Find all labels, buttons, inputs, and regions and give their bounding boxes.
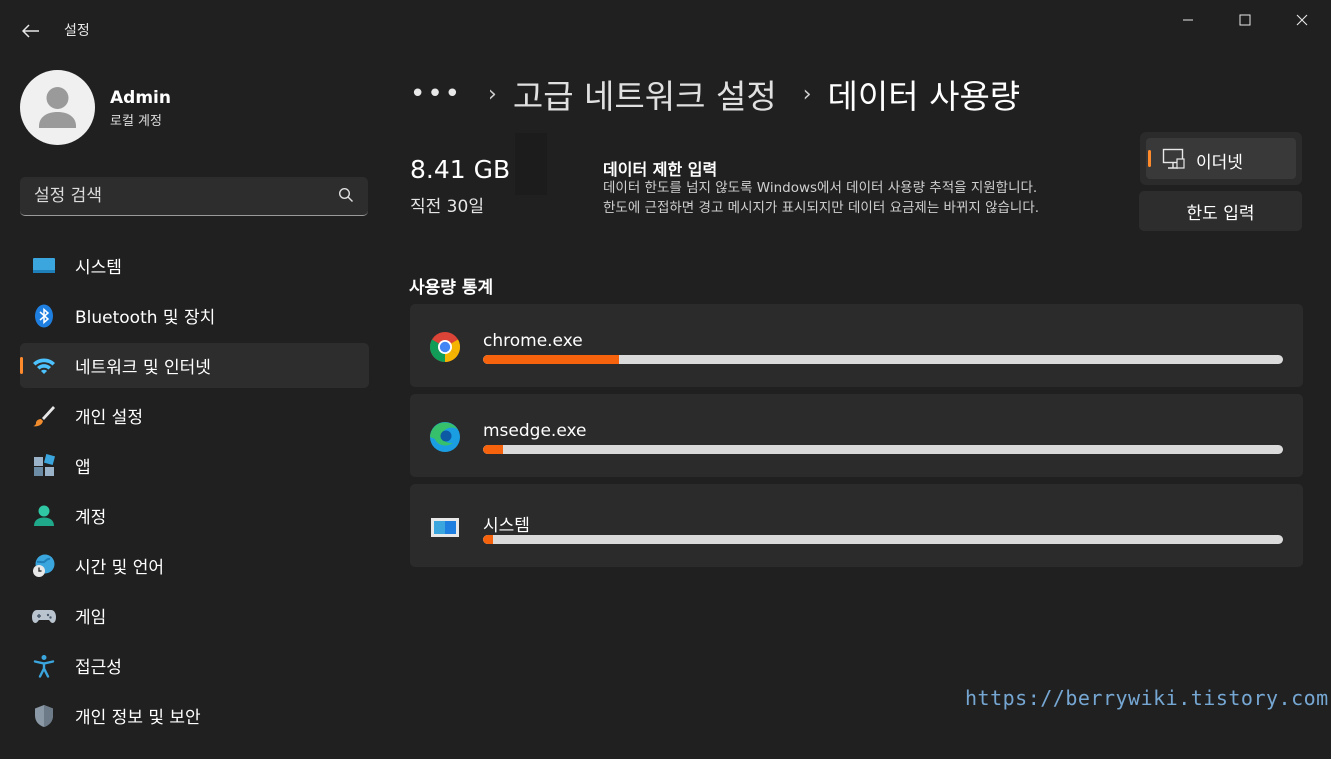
- sidebar-item-label: 시스템: [75, 258, 122, 278]
- app-title: 설정: [64, 23, 90, 39]
- network-option-ethernet[interactable]: 이더넷: [1146, 138, 1296, 179]
- list-item[interactable]: chrome.exe: [410, 304, 1303, 387]
- breadcrumb-more-button[interactable]: •••: [410, 79, 462, 109]
- shield-icon: [35, 705, 53, 727]
- gamepad-icon: [32, 610, 56, 623]
- app-name: 시스템: [483, 516, 530, 536]
- sidebar-item-apps[interactable]: 앱: [20, 443, 369, 488]
- sidebar-item-network[interactable]: 네트워크 및 인터넷: [20, 343, 369, 388]
- watermark-text: https://berrywiki.tistory.com: [965, 686, 1329, 710]
- sidebar-item-label: 게임: [75, 608, 107, 628]
- breadcrumb-item-advanced-network[interactable]: 고급 네트워크 설정: [513, 70, 777, 118]
- sidebar-item-time-language[interactable]: 시간 및 언어: [20, 543, 369, 588]
- usage-period: 직전 30일: [410, 197, 484, 217]
- network-select-label: 이더넷: [1196, 153, 1243, 173]
- system-app-icon: [431, 518, 459, 537]
- apps-icon: [34, 454, 56, 476]
- sidebar-item-personalization[interactable]: 개인 설정: [20, 393, 369, 438]
- sidebar-item-accessibility[interactable]: 접근성: [20, 643, 369, 688]
- sidebar-item-label: 개인 정보 및 보안: [75, 708, 201, 728]
- data-limit-description-line: 한도에 근접하면 경고 메시지가 표시되지만 데이터 요금제는 바뀌지 않습니다…: [603, 200, 1040, 216]
- chevron-right-icon: ›: [802, 81, 812, 107]
- maximize-button[interactable]: [1225, 8, 1265, 32]
- chrome-icon: [429, 332, 461, 362]
- back-arrow-icon: [22, 24, 39, 38]
- back-button[interactable]: [18, 18, 44, 44]
- usage-total: 8.41 GB: [410, 155, 511, 184]
- app-name: chrome.exe: [483, 331, 583, 351]
- search-input[interactable]: [34, 177, 324, 214]
- sidebar-item-bluetooth[interactable]: Bluetooth 및 장치: [20, 293, 369, 338]
- minimize-button[interactable]: [1168, 8, 1208, 32]
- sidebar-item-label: 계정: [75, 508, 107, 528]
- ethernet-icon: [1162, 148, 1185, 169]
- search-icon: [338, 187, 353, 202]
- edge-icon: [430, 422, 460, 452]
- enter-limit-button[interactable]: 한도 입력: [1139, 191, 1302, 231]
- sidebar-item-privacy-security[interactable]: 개인 정보 및 보안: [20, 693, 369, 738]
- sidebar-item-label: 개인 설정: [75, 408, 143, 428]
- sidebar-item-gaming[interactable]: 게임: [20, 593, 369, 638]
- settings-search[interactable]: [20, 177, 368, 216]
- usage-bar-fill: [483, 535, 493, 544]
- minimize-icon: [1183, 19, 1193, 21]
- maximize-icon: [1239, 14, 1251, 26]
- user-profile[interactable]: Admin 로컬 계정: [20, 70, 360, 146]
- sidebar-item-label: 네트워크 및 인터넷: [75, 358, 211, 378]
- system-icon: [33, 258, 55, 273]
- app-usage-list: chrome.exe msedge.exe 시스템: [410, 304, 1303, 574]
- usage-bar: [483, 445, 1283, 454]
- stats-heading: 사용량 통계: [409, 278, 494, 298]
- page-title: 데이터 사용량: [827, 77, 1021, 116]
- divider: [515, 133, 547, 195]
- close-button[interactable]: [1282, 8, 1322, 32]
- breadcrumb: ••• › 고급 네트워크 설정 › 데이터 사용량: [410, 68, 1020, 120]
- list-item[interactable]: msedge.exe: [410, 394, 1303, 477]
- data-limit-title: 데이터 제한 입력: [603, 160, 718, 179]
- globe-clock-icon: [33, 554, 55, 577]
- accessibility-icon: [33, 655, 55, 678]
- account-icon: [34, 505, 54, 526]
- sidebar-item-label: Bluetooth 및 장치: [75, 308, 216, 328]
- sidebar-nav: 시스템 Bluetooth 및 장치 네트워크 및 인터넷 개인 설정 앱 계정…: [20, 243, 369, 743]
- sidebar-item-system[interactable]: 시스템: [20, 243, 369, 288]
- data-limit-description-line: 데이터 한도를 넘지 않도록 Windows에서 데이터 사용량 추적을 지원합…: [603, 180, 1038, 196]
- sidebar-item-label: 시간 및 언어: [75, 558, 165, 578]
- chevron-right-icon: ›: [488, 81, 497, 107]
- avatar: [20, 70, 95, 145]
- title-bar: 설정: [0, 0, 1331, 60]
- network-select[interactable]: 이더넷: [1140, 132, 1302, 185]
- profile-account-type: 로컬 계정: [110, 114, 162, 129]
- usage-bar-fill: [483, 445, 503, 454]
- usage-bar: [483, 355, 1283, 364]
- app-name: msedge.exe: [483, 421, 587, 441]
- person-icon: [39, 87, 76, 128]
- bluetooth-icon: [35, 304, 53, 328]
- data-limit-description: 데이터 한도를 넘지 않도록 Windows에서 데이터 사용량 추적을 지원합…: [603, 178, 1133, 218]
- sidebar-item-label: 앱: [75, 458, 91, 478]
- usage-bar: [483, 535, 1283, 544]
- wifi-icon: [33, 358, 55, 374]
- sidebar-item-label: 접근성: [75, 658, 122, 678]
- close-icon: [1296, 14, 1308, 26]
- sidebar-item-accounts[interactable]: 계정: [20, 493, 369, 538]
- list-item[interactable]: 시스템: [410, 484, 1303, 567]
- paintbrush-icon: [33, 406, 55, 427]
- profile-name: Admin: [110, 88, 171, 108]
- usage-bar-fill: [483, 355, 619, 364]
